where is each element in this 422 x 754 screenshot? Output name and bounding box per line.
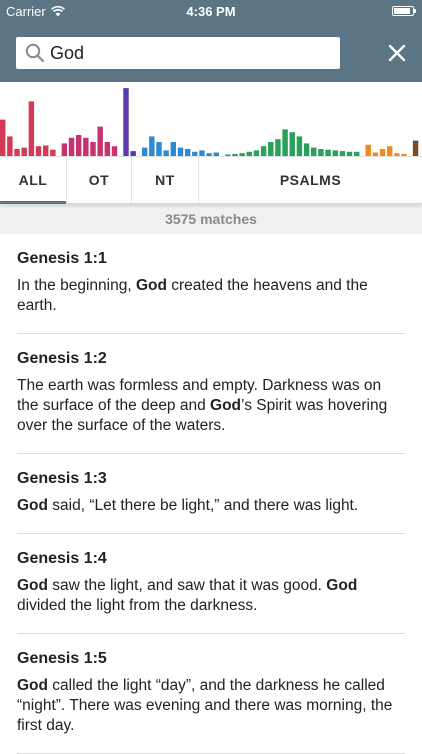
highlighted-match: God [326, 577, 358, 594]
verse-reference: Genesis 1:2 [17, 350, 107, 367]
histogram-bar [123, 88, 129, 156]
histogram-bar [35, 146, 42, 156]
result-item[interactable]: Genesis 1:1 In the beginning, God created… [17, 234, 405, 334]
verse-text: The earth was formless and empty. Darkne… [17, 376, 405, 436]
histogram-chart [0, 88, 419, 156]
histogram-bar [90, 142, 96, 156]
histogram-bar [275, 139, 281, 156]
verse-text: God called the light “day”, and the dark… [17, 676, 405, 736]
histogram-bar [163, 150, 169, 156]
histogram-bar [111, 146, 118, 156]
histogram-bar [75, 135, 82, 156]
verse-text-segment: divided the light from the darkness. [17, 597, 258, 614]
highlighted-match: God [17, 677, 48, 694]
histogram-bar [246, 151, 252, 156]
search-input[interactable] [46, 42, 320, 64]
histogram-bar [412, 140, 419, 156]
verse-text-segment: In the beginning, [17, 277, 136, 294]
histogram-bar [282, 129, 288, 156]
histogram-bar [225, 154, 231, 156]
highlighted-match: God [17, 497, 48, 514]
histogram-bar [394, 153, 400, 156]
histogram-bar [199, 150, 205, 156]
verse-text: God said, “Let there be light,” and ther… [17, 496, 405, 516]
histogram-bar [387, 146, 393, 156]
match-count: 3575 matches [0, 204, 422, 234]
search-box[interactable] [16, 37, 340, 69]
close-icon[interactable] [386, 42, 408, 64]
histogram-bar [68, 137, 75, 156]
histogram-bar [61, 143, 68, 156]
histogram-bar [379, 149, 386, 156]
verse-text-segment: called the light “day”, and the darkness… [17, 677, 393, 734]
histogram-bar [289, 132, 295, 156]
histogram-bar [325, 149, 331, 156]
verse-text: In the beginning, God created the heaven… [17, 276, 405, 316]
highlighted-match: God [135, 277, 167, 294]
histogram-bar [296, 136, 303, 156]
result-item[interactable]: Genesis 1:5 God called the light “day”, a… [17, 634, 405, 754]
histogram-bar [83, 137, 89, 156]
tab-nt[interactable]: NT [132, 157, 199, 203]
histogram-bar [232, 153, 238, 156]
histogram-bar [365, 144, 371, 156]
histogram-bar [354, 151, 360, 156]
histogram-bar [50, 149, 56, 156]
status-bar: Carrier 4:36 PM [0, 0, 422, 22]
histogram-bar [184, 149, 191, 156]
verse-reference: Genesis 1:5 [17, 650, 107, 667]
histogram-bar [141, 147, 148, 156]
histogram-bar [14, 149, 20, 156]
highlighted-match: God [210, 397, 242, 414]
verse-text-segment: saw the light, and saw that it was good. [48, 577, 327, 594]
verse-reference: Genesis 1:3 [17, 470, 107, 487]
histogram-bar [372, 152, 379, 156]
tab-ot[interactable]: OT [67, 157, 132, 203]
testament-tabs: ALL OT NT PSALMS [0, 157, 422, 204]
histogram-bar [339, 151, 346, 156]
histogram-bar [213, 152, 220, 156]
histogram-bar [253, 150, 260, 156]
result-item[interactable]: Genesis 1:4 God saw the light, and saw th… [17, 534, 405, 634]
histogram-bar [21, 147, 27, 156]
histogram-bar [303, 143, 310, 156]
verse-text-segment: said, “Let there be light,” and there wa… [48, 497, 359, 514]
histogram-bar [239, 153, 245, 156]
result-item[interactable]: Genesis 1:3 God said, “Let there be light… [17, 454, 405, 534]
histogram-bar [192, 151, 198, 156]
battery-icon [392, 6, 416, 16]
histogram-bar [28, 101, 35, 156]
histogram-bar [42, 145, 49, 156]
battery-fill [394, 8, 411, 14]
histogram-bar [156, 142, 162, 156]
highlighted-match: God [17, 577, 48, 594]
book-distribution-histogram[interactable] [0, 82, 422, 157]
histogram-bar [149, 136, 155, 156]
histogram-bar [7, 136, 13, 156]
histogram-bar [346, 151, 353, 156]
tab-psalms[interactable]: PSALMS [199, 157, 422, 203]
histogram-bar [311, 147, 317, 156]
histogram-bar [332, 150, 338, 156]
search-header [0, 22, 422, 82]
results-list: Genesis 1:1 In the beginning, God created… [0, 234, 422, 754]
verse-text: God saw the light, and saw that it was g… [17, 576, 405, 616]
histogram-bar [0, 119, 6, 156]
histogram-bar [260, 146, 267, 156]
histogram-bar [318, 149, 324, 156]
histogram-bar [170, 142, 177, 156]
histogram-bar [206, 153, 212, 156]
status-time: 4:36 PM [186, 4, 236, 19]
search-icon [25, 43, 45, 63]
histogram-bar [130, 151, 136, 156]
histogram-bar [104, 142, 111, 156]
verse-reference: Genesis 1:1 [17, 250, 107, 267]
histogram-bar [268, 142, 274, 156]
histogram-bar [97, 126, 103, 156]
histogram-bar [401, 153, 407, 156]
result-item[interactable]: Genesis 1:2 The earth was formless and em… [17, 334, 405, 454]
tab-all[interactable]: ALL [0, 157, 67, 204]
verse-reference: Genesis 1:4 [17, 550, 107, 567]
histogram-bar [177, 147, 184, 156]
